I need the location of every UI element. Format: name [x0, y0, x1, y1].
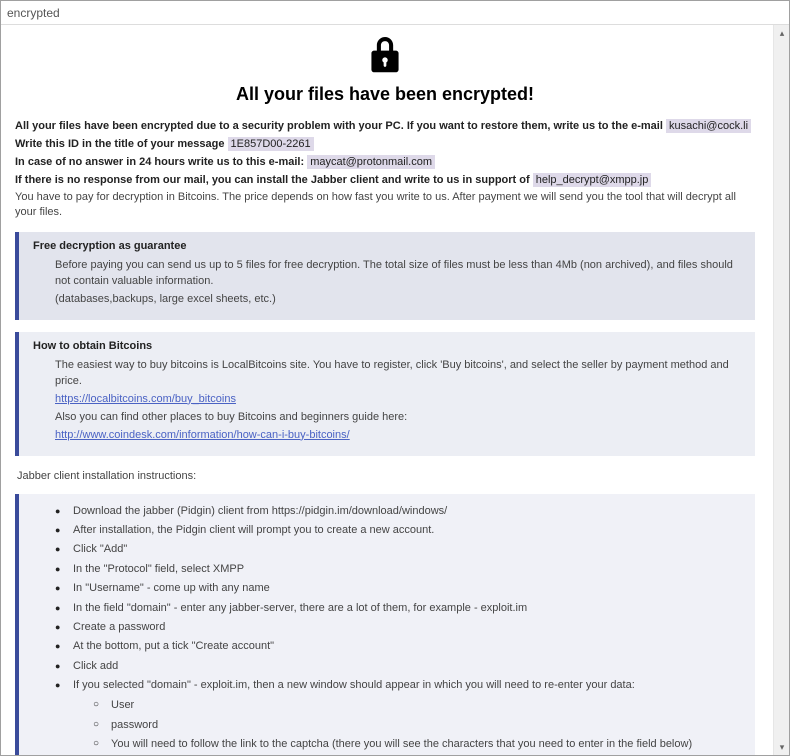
- jabber-sublist: User password You will need to follow th…: [73, 696, 745, 754]
- panel-jabber-instructions: Download the jabber (Pidgin) client from…: [15, 494, 755, 755]
- free-text-1: Before paying you can send us up to 5 fi…: [55, 258, 745, 290]
- list-item: Create a password: [55, 618, 745, 637]
- list-item: After installation, the Pidgin client wi…: [55, 521, 745, 540]
- intro-footer: You have to pay for decryption in Bitcoi…: [15, 190, 755, 220]
- list-item-text: If you selected "domain" - exploit.im, t…: [73, 679, 635, 691]
- panel-title: How to obtain Bitcoins: [33, 340, 745, 352]
- obtain-text-1: The easiest way to buy bitcoins is Local…: [55, 358, 745, 390]
- panel-body: The easiest way to buy bitcoins is Local…: [33, 358, 745, 444]
- list-item: At the bottom, put a tick "Create accoun…: [55, 637, 745, 656]
- link-localbitcoins[interactable]: https://localbitcoins.com/buy_bitcoins: [55, 393, 236, 405]
- free-text-2: (databases,backups, large excel sheets, …: [55, 292, 745, 308]
- obtain-text-2: Also you can find other places to buy Bi…: [55, 410, 745, 426]
- link-coindesk[interactable]: http://www.coindesk.com/information/how-…: [55, 429, 350, 441]
- sublist-item: You will need to follow the link to the …: [93, 735, 745, 754]
- sublist-item: password: [93, 716, 745, 735]
- lock-icon: [368, 37, 402, 75]
- jabber-section-title: Jabber client installation instructions:: [17, 470, 755, 482]
- intro-line3: In case of no answer in 24 hours write u…: [15, 156, 304, 168]
- intro-line2: Write this ID in the title of your messa…: [15, 138, 224, 150]
- intro-block: All your files have been encrypted due t…: [15, 119, 755, 220]
- window-title: encrypted: [7, 6, 60, 20]
- scrollbar[interactable]: ▴ ▾: [773, 25, 789, 755]
- panel-free-decryption: Free decryption as guarantee Before payi…: [15, 232, 755, 320]
- list-item: In the field "domain" - enter any jabber…: [55, 599, 745, 618]
- email-secondary: maycat@protonmail.com: [307, 155, 435, 169]
- titlebar[interactable]: encrypted: [1, 1, 789, 25]
- list-item: Click "Add": [55, 540, 745, 559]
- panel-body: Before paying you can send us up to 5 fi…: [33, 258, 745, 308]
- jabber-list: Download the jabber (Pidgin) client from…: [33, 502, 745, 755]
- list-item: Click add: [55, 657, 745, 676]
- panel-title: Free decryption as guarantee: [33, 240, 745, 252]
- email-primary: kusachi@cock.li: [666, 119, 751, 133]
- list-item: In the "Protocol" field, select XMPP: [55, 560, 745, 579]
- intro-line1: All your files have been encrypted due t…: [15, 120, 663, 132]
- panel-obtain-bitcoins: How to obtain Bitcoins The easiest way t…: [15, 332, 755, 456]
- jabber-address: help_decrypt@xmpp.jp: [533, 173, 652, 187]
- page-title: All your files have been encrypted!: [15, 84, 755, 105]
- victim-id: 1E857D00-2261: [228, 137, 314, 151]
- lock-row: [15, 37, 755, 78]
- list-item: Download the jabber (Pidgin) client from…: [55, 502, 745, 521]
- scroll-up-icon[interactable]: ▴: [774, 25, 789, 41]
- scroll-down-icon[interactable]: ▾: [774, 739, 789, 755]
- window: encrypted ▴ ▾ All your files have been e…: [0, 0, 790, 756]
- window-body: ▴ ▾ All your files have been encrypted! …: [1, 25, 789, 755]
- list-item: If you selected "domain" - exploit.im, t…: [55, 676, 745, 755]
- intro-line4: If there is no response from our mail, y…: [15, 174, 530, 186]
- sublist-item: User: [93, 696, 745, 715]
- list-item: In "Username" - come up with any name: [55, 579, 745, 598]
- content: All your files have been encrypted! All …: [1, 25, 773, 755]
